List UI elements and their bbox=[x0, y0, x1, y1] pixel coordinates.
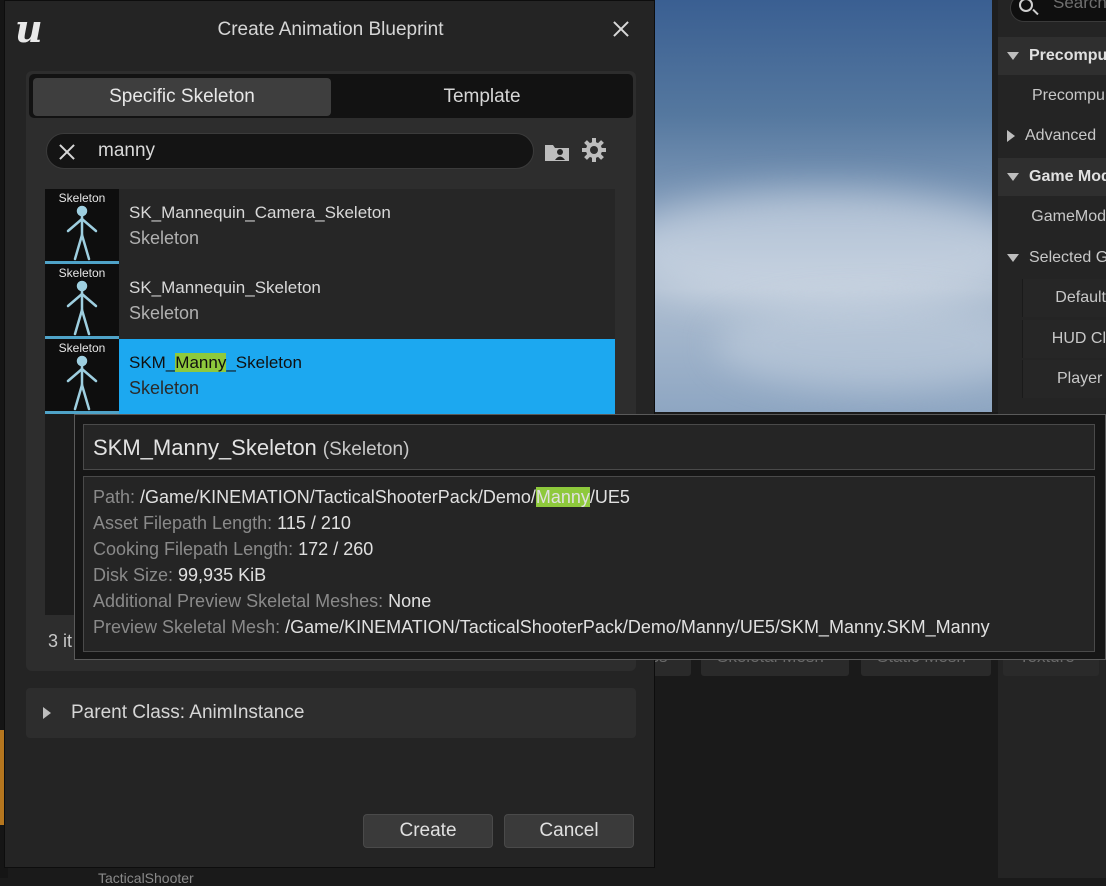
details-sub-row[interactable]: Player bbox=[1022, 360, 1106, 398]
details-category-row[interactable]: Precompu bbox=[998, 37, 1106, 75]
asset-type: Skeleton bbox=[129, 303, 200, 323]
close-button[interactable] bbox=[607, 15, 635, 43]
search-value: manny bbox=[98, 140, 156, 161]
tooltip-asset-type: (Skeleton) bbox=[322, 439, 410, 460]
search-match-highlight: Manny bbox=[175, 353, 227, 372]
list-item-selected[interactable]: Skeleton SKM_Manny_Skeleton Skeleton bbox=[45, 339, 615, 414]
asset-name: SKM_Manny_Skeleton bbox=[129, 353, 302, 372]
tooltip-header: SKM_Manny_Skeleton (Skeleton) bbox=[83, 424, 1095, 470]
skeleton-figure-icon bbox=[66, 205, 98, 261]
item-count: 3 it bbox=[48, 631, 73, 651]
gear-icon[interactable] bbox=[581, 137, 607, 163]
picker-tabs: Specific Skeleton Template bbox=[29, 74, 633, 118]
search-input[interactable]: manny bbox=[46, 133, 534, 169]
chevron-down-icon bbox=[1007, 254, 1019, 262]
skeleton-figure-icon bbox=[66, 355, 98, 411]
asset-name: SK_Mannequin_Camera_Skeleton bbox=[129, 203, 391, 222]
details-search-input[interactable]: Search bbox=[1010, 0, 1106, 22]
cloud bbox=[715, 300, 992, 390]
chevron-right-icon bbox=[1007, 130, 1015, 142]
tooltip-additional-meshes-line: Additional Preview Skeletal Meshes: None bbox=[93, 591, 432, 611]
details-row[interactable]: GameMod bbox=[998, 198, 1106, 236]
skeleton-figure-icon bbox=[66, 280, 98, 336]
details-sub-row[interactable]: HUD Cl bbox=[1022, 320, 1106, 358]
tab-specific-skeleton[interactable]: Specific Skeleton bbox=[33, 78, 331, 116]
chevron-right-icon bbox=[43, 707, 51, 719]
asset-tooltip: SKM_Manny_Skeleton (Skeleton) Path: /Game… bbox=[74, 414, 1106, 660]
tooltip-path-line: Path: /Game/KINEMATION/TacticalShooterPa… bbox=[93, 487, 630, 507]
chevron-down-icon bbox=[1007, 52, 1019, 60]
asset-name: SK_Mannequin_Skeleton bbox=[129, 278, 321, 297]
tooltip-preview-mesh-line: Preview Skeletal Mesh: /Game/KINEMATION/… bbox=[93, 617, 990, 637]
details-row[interactable]: Selected G bbox=[998, 239, 1106, 277]
details-row[interactable]: Precompu bbox=[998, 77, 1106, 115]
details-row[interactable]: Advanced bbox=[998, 117, 1106, 155]
clear-search-icon[interactable] bbox=[57, 142, 77, 162]
folder-filter-icon[interactable] bbox=[544, 141, 570, 163]
search-icon bbox=[1019, 0, 1033, 12]
details-sub-row[interactable]: Default bbox=[1022, 279, 1106, 317]
level-viewport[interactable] bbox=[655, 0, 992, 412]
tab-template[interactable]: Template bbox=[333, 78, 631, 116]
asset-type: Skeleton bbox=[129, 378, 200, 398]
details-category-row[interactable]: Game Mod bbox=[998, 158, 1106, 196]
skeleton-thumbnail: Skeleton bbox=[45, 264, 119, 339]
tooltip-asset-length-line: Asset Filepath Length: 115 / 210 bbox=[93, 513, 351, 533]
dialog-title: Create Animation Blueprint bbox=[217, 19, 444, 40]
cancel-button[interactable]: Cancel bbox=[504, 814, 634, 848]
search-match-highlight: Manny bbox=[535, 487, 590, 507]
skeleton-thumbnail: Skeleton bbox=[45, 339, 119, 414]
cloud bbox=[655, 190, 992, 310]
chevron-down-icon bbox=[1007, 173, 1019, 181]
list-item[interactable]: Skeleton SK_Mannequin_Camera_Skeleton Sk… bbox=[45, 189, 615, 264]
tooltip-body: Path: /Game/KINEMATION/TacticalShooterPa… bbox=[83, 476, 1095, 652]
asset-type: Skeleton bbox=[129, 228, 200, 248]
skeleton-thumbnail: Skeleton bbox=[45, 189, 119, 264]
details-search-placeholder: Search bbox=[1053, 0, 1106, 12]
tooltip-asset-name: SKM_Manny_Skeleton bbox=[93, 435, 317, 460]
tooltip-cook-length-line: Cooking Filepath Length: 172 / 260 bbox=[93, 539, 374, 559]
tooltip-disk-size-line: Disk Size: 99,935 KiB bbox=[93, 565, 267, 585]
create-button[interactable]: Create bbox=[363, 814, 493, 848]
parent-class-label: Parent Class: AnimInstance bbox=[71, 702, 305, 723]
parent-class-expander[interactable]: Parent Class: AnimInstance bbox=[26, 688, 636, 738]
background-folder-label: TacticalShooter bbox=[98, 870, 194, 886]
list-item[interactable]: Skeleton SK_Mannequin_Skeleton Skeleton bbox=[45, 264, 615, 339]
